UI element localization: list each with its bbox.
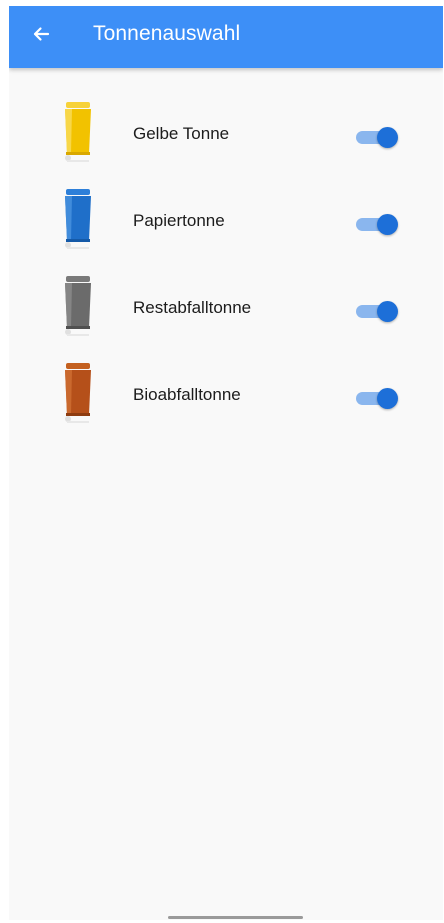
bin-row-rest: Restabfalltonne <box>9 268 443 355</box>
app-bar: Tonnenauswahl <box>9 6 443 68</box>
bin-label: Papiertonne <box>133 211 225 230</box>
toggle-thumb <box>377 301 398 322</box>
bin-row-gelbe: Gelbe Tonne <box>9 94 443 181</box>
bin-list: Gelbe Tonne Papiertonne Restabfalltonne … <box>9 94 443 442</box>
toggle-thumb <box>377 388 398 409</box>
blue-bin-icon <box>58 189 98 251</box>
gelbe-tonne-toggle[interactable] <box>352 125 398 149</box>
bin-label: Gelbe Tonne <box>133 124 230 143</box>
bin-row-papier: Papiertonne <box>9 181 443 268</box>
back-button[interactable] <box>25 20 57 52</box>
bin-label: Bioabfalltonne <box>133 385 241 404</box>
restabfalltonne-toggle[interactable] <box>352 299 398 323</box>
yellow-bin-icon <box>58 102 98 164</box>
home-indicator[interactable] <box>168 916 303 919</box>
screen: Tonnenauswahl Gelbe Tonne Papiertonne Re… <box>9 6 443 920</box>
bioabfalltonne-toggle[interactable] <box>352 386 398 410</box>
page-title: Tonnenauswahl <box>93 22 241 45</box>
toggle-thumb <box>377 127 398 148</box>
brown-bin-icon <box>58 363 98 425</box>
toggle-thumb <box>377 214 398 235</box>
bin-label: Restabfalltonne <box>133 298 252 317</box>
grey-bin-icon <box>58 276 98 338</box>
bin-row-bio: Bioabfalltonne <box>9 355 443 442</box>
arrow-left-icon <box>31 24 51 49</box>
papiertonne-toggle[interactable] <box>352 212 398 236</box>
